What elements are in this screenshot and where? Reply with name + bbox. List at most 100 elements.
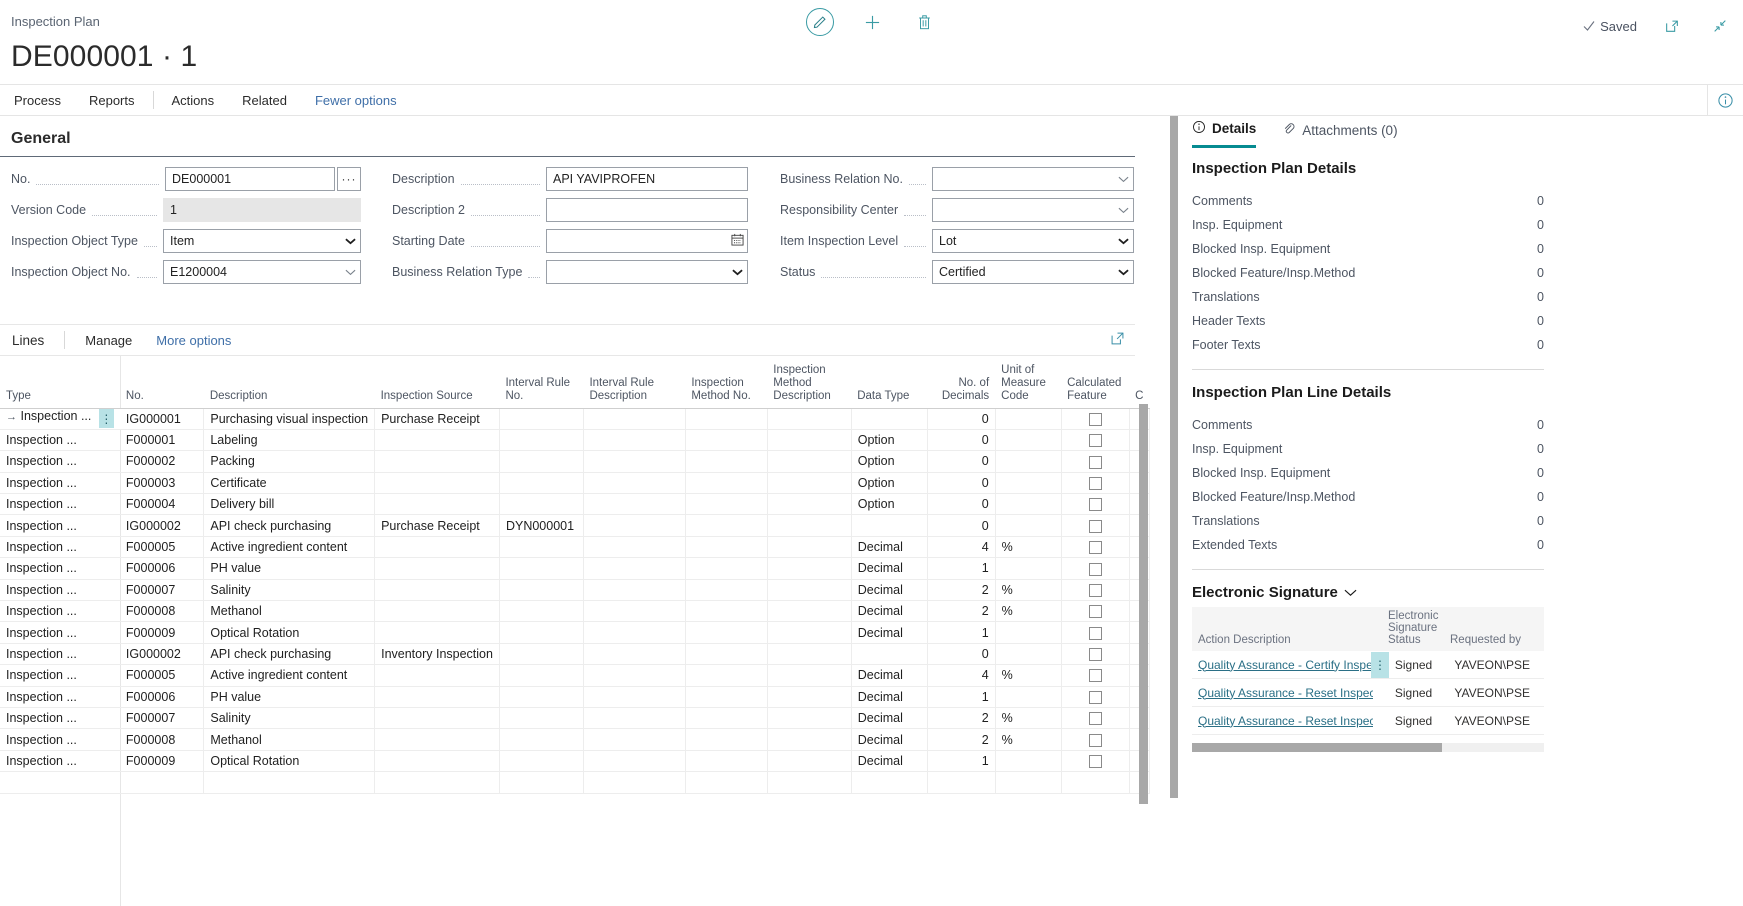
cell-no[interactable]: F000009 [120,750,204,771]
cell-interval-rule-description[interactable] [583,772,685,793]
cell-type[interactable]: Inspection ... [0,536,120,557]
cell-description[interactable]: Salinity [204,579,375,600]
cell-description[interactable]: Active ingredient content [204,536,375,557]
cell-data-type[interactable] [851,643,927,664]
cell-inspection-method-description[interactable] [767,686,851,707]
cell-interval-rule-no[interactable] [499,536,583,557]
calculated-feature-checkbox[interactable] [1089,477,1102,490]
cell-interval-rule-no[interactable] [499,665,583,686]
cell-interval-rule-description[interactable] [583,643,685,664]
cell-type[interactable]: Inspection ... [0,622,120,643]
signature-action-description[interactable]: Quality Assurance - Reset Inspec... [1192,686,1373,700]
table-row[interactable]: Inspection ...F000003CertificateOption0 [0,472,1150,493]
cell-inspection-method-description[interactable] [767,772,851,793]
cell-description[interactable]: Active ingredient content [204,665,375,686]
no-input[interactable]: DE000001 [165,167,335,191]
cell-calculated-feature[interactable] [1061,665,1129,686]
cell-interval-rule-description[interactable] [583,686,685,707]
business-relation-type-select[interactable] [546,260,748,284]
cell-unit-of-measure-code[interactable]: % [995,729,1061,750]
line-detail-row[interactable]: Blocked Insp. Equipment0 [1192,461,1544,485]
cell-calculated-feature[interactable] [1061,558,1129,579]
cell-interval-rule-no[interactable] [499,558,583,579]
signature-row-menu-icon[interactable]: ⋮ [1371,652,1389,678]
cell-calculated-feature[interactable] [1061,643,1129,664]
open-in-excel-icon[interactable] [1110,331,1125,349]
cell-data-type[interactable]: Decimal [851,579,927,600]
cell-interval-rule-description[interactable] [583,451,685,472]
sig-col-requested-by[interactable]: Requested by [1444,634,1544,651]
cell-data-type[interactable]: Decimal [851,601,927,622]
cell-no-of-decimals[interactable]: 2 [927,601,995,622]
cell-no-of-decimals[interactable]: 2 [927,729,995,750]
cell-inspection-source[interactable] [375,451,500,472]
cell-interval-rule-description[interactable] [583,665,685,686]
cell-inspection-method-description[interactable] [767,494,851,515]
table-row[interactable]: Inspection ...F000007SalinityDecimal2% [0,707,1150,728]
item-inspection-level-select[interactable]: Lot [932,229,1134,253]
cell-inspection-source[interactable]: Purchase Receipt [375,408,500,429]
cell-no-of-decimals[interactable]: 1 [927,622,995,643]
signature-action-description[interactable]: Quality Assurance - Reset Inspec... [1192,714,1373,728]
description-input[interactable]: API YAVIPROFEN [546,167,748,191]
chevron-down-icon[interactable] [345,265,356,279]
cell-calculated-feature[interactable] [1061,750,1129,771]
cell-calculated-feature[interactable] [1061,515,1129,536]
cell-unit-of-measure-code[interactable] [995,408,1061,429]
cell-unit-of-measure-code[interactable]: % [995,536,1061,557]
cell-inspection-method-no[interactable] [685,601,767,622]
chevron-down-icon[interactable] [1118,234,1129,248]
cell-description[interactable]: Methanol [204,729,375,750]
cell-interval-rule-no[interactable] [499,429,583,450]
splitter-grip[interactable] [1170,116,1178,798]
cell-calculated-feature[interactable] [1061,707,1129,728]
description-2-input[interactable] [546,198,748,222]
ribbon-item-related[interactable]: Related [228,85,301,116]
cell-interval-rule-no[interactable] [499,579,583,600]
cell-no-of-decimals[interactable]: 0 [927,472,995,493]
breadcrumb[interactable]: Inspection Plan [11,14,100,29]
chevron-down-icon[interactable] [1118,265,1129,279]
cell-inspection-method-description[interactable] [767,472,851,493]
table-row[interactable]: Inspection ...IG000002API check purchasi… [0,643,1150,664]
cell-interval-rule-description[interactable] [583,622,685,643]
chevron-down-icon[interactable] [1118,203,1129,217]
cell-type[interactable]: Inspection ... [0,472,120,493]
cell-unit-of-measure-code[interactable] [995,622,1061,643]
cell-calculated-feature[interactable] [1061,429,1129,450]
cell-no[interactable]: F000004 [120,494,204,515]
cell-inspection-source[interactable] [375,686,500,707]
table-row[interactable]: Inspection ...F000006PH valueDecimal1 [0,686,1150,707]
cell-no[interactable]: F000008 [120,729,204,750]
plan-detail-row[interactable]: Blocked Insp. Equipment0 [1192,237,1544,261]
table-row[interactable]: Inspection ...IG000002API check purchasi… [0,515,1150,536]
line-detail-row[interactable]: Insp. Equipment0 [1192,437,1544,461]
plan-detail-row[interactable]: Comments0 [1192,189,1544,213]
cell-description[interactable] [204,772,375,793]
cell-interval-rule-description[interactable] [583,729,685,750]
calculated-feature-checkbox[interactable] [1089,584,1102,597]
calculated-feature-checkbox[interactable] [1089,691,1102,704]
tab-details[interactable]: Details [1192,120,1256,148]
cell-inspection-method-description[interactable] [767,429,851,450]
cell-inspection-method-no[interactable] [685,665,767,686]
responsibility-center-input[interactable] [932,198,1134,222]
cell-inspection-method-no[interactable] [685,622,767,643]
cell-no[interactable]: F000003 [120,472,204,493]
inspection-object-type-select[interactable]: Item [163,229,361,253]
table-row[interactable]: Inspection ...F000005Active ingredient c… [0,665,1150,686]
cell-inspection-method-description[interactable] [767,750,851,771]
cell-description[interactable]: PH value [204,686,375,707]
cell-interval-rule-description[interactable] [583,536,685,557]
cell-no[interactable]: F000007 [120,707,204,728]
col-inspection-source[interactable]: Inspection Source [375,356,500,408]
cell-no[interactable]: F000006 [120,558,204,579]
table-row[interactable]: Inspection ...F000008MethanolDecimal2% [0,601,1150,622]
cell-type[interactable]: → Inspection ...⋮ [0,408,120,429]
cell-unit-of-measure-code[interactable] [995,643,1061,664]
cell-no[interactable]: F000005 [120,536,204,557]
cell-inspection-source[interactable] [375,665,500,686]
electronic-signature-heading[interactable]: Electronic Signature [1192,584,1544,601]
calculated-feature-checkbox[interactable] [1089,520,1102,533]
cell-inspection-method-no[interactable] [685,536,767,557]
